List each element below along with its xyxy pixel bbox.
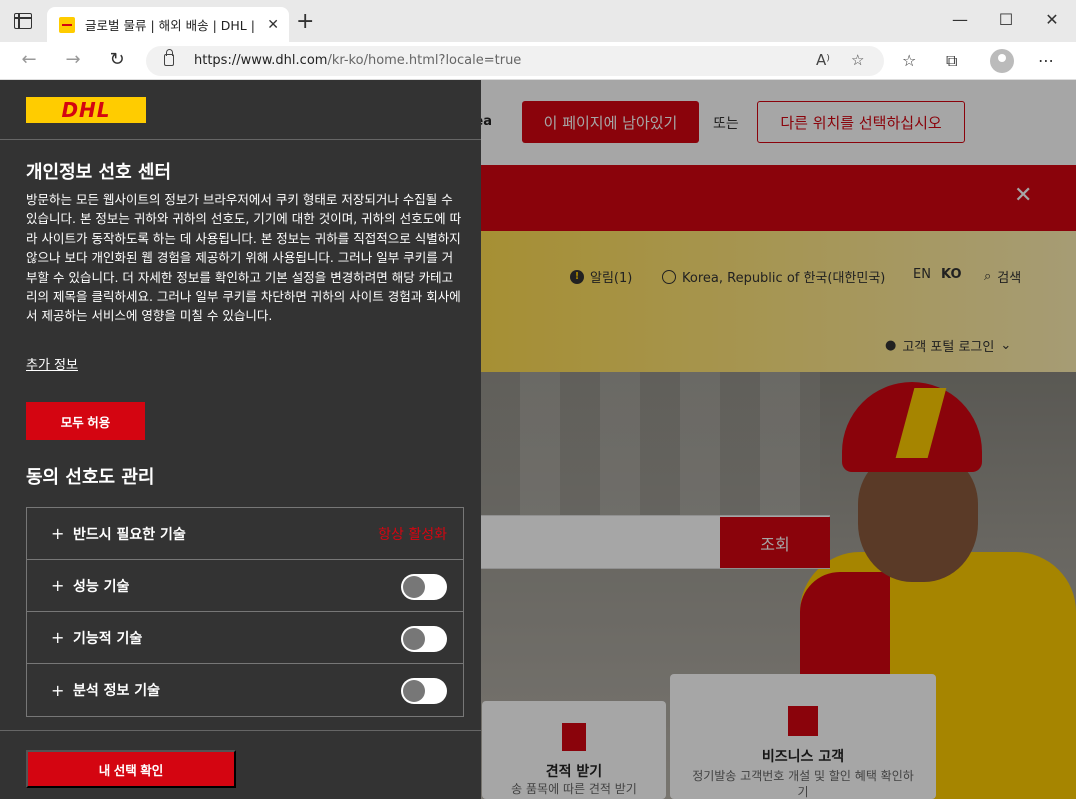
dhl-favicon-icon — [59, 16, 75, 33]
category-functional[interactable]: + 기능적 기술 — [27, 612, 463, 664]
category-performance[interactable]: + 성능 기술 — [27, 560, 463, 612]
more-info-link[interactable]: 추가 정보 — [26, 354, 78, 373]
customer-login-label: 고객 포털 로그인 — [902, 340, 995, 355]
category-analytics[interactable]: + 분석 정보 기술 — [27, 664, 463, 716]
privacy-title: 개인정보 선호 센터 — [26, 162, 172, 183]
analytics-toggle[interactable] — [401, 678, 447, 704]
window-close-icon[interactable]: ✕ — [1042, 10, 1062, 29]
quote-card-title: 견적 받기 — [545, 764, 603, 780]
quote-card[interactable]: 견적 받기 송 품목에 따른 견적 받기 — [482, 701, 666, 799]
always-active-text: 항상 활성화 — [378, 527, 447, 543]
privacy-description: 방문하는 모든 웹사이트의 정보가 브라우저에서 쿠키 형태로 저장되거나 수집… — [26, 192, 462, 324]
alert-icon: ! — [570, 269, 584, 284]
chevron-down-icon: ⌄ — [1000, 338, 1012, 353]
globe-icon — [662, 269, 676, 284]
category-label: 성능 기술 — [73, 578, 130, 595]
favorites-icon[interactable]: ☆ — [902, 51, 916, 70]
customer-login-link[interactable]: ● 고객 포털 로그인 ⌄ — [885, 336, 1011, 355]
refresh-icon[interactable]: ↻ — [105, 49, 129, 70]
tab-close-icon[interactable]: ✕ — [267, 17, 279, 33]
search-link[interactable]: ⌕ 검색 — [984, 267, 1021, 286]
lock-icon[interactable] — [164, 49, 174, 66]
confirm-choices-button[interactable]: 내 선택 확인 — [26, 750, 236, 788]
lang-ko-link[interactable]: KO — [941, 267, 962, 282]
new-tab-icon[interactable]: + — [296, 11, 314, 33]
search-icon: ⌕ — [984, 269, 992, 284]
allow-all-button[interactable]: 모두 허용 — [26, 402, 145, 440]
choose-location-button[interactable]: 다른 위치를 선택하십시오 — [757, 101, 965, 143]
or-text: 또는 — [713, 116, 739, 132]
consent-category-list: + 반드시 필요한 기술 항상 활성화 + 성능 기술 + 기능적 기술 + 분… — [26, 507, 464, 717]
forward-icon[interactable]: → — [61, 49, 85, 70]
expand-icon: + — [51, 524, 65, 543]
alerts-link[interactable]: ! 알림(1) — [570, 267, 632, 286]
user-icon: ● — [885, 338, 897, 353]
privacy-preference-panel: DHL 개인정보 선호 센터 방문하는 모든 웹사이트의 정보가 브라우저에서 … — [0, 80, 481, 799]
url-text: https://www.dhl.com/kr-ko/home.html?loca… — [194, 53, 522, 68]
tab-actions-icon[interactable] — [14, 13, 32, 29]
category-label: 기능적 기술 — [73, 630, 143, 647]
expand-icon: + — [51, 628, 65, 647]
hero-building — [480, 372, 820, 522]
quote-icon — [562, 723, 586, 751]
country-selector[interactable]: Korea, Republic of 한국(대한민국) — [662, 267, 885, 286]
add-favorite-icon[interactable]: ☆ — [851, 51, 864, 69]
category-label: 반드시 필요한 기술 — [73, 526, 186, 543]
address-bar[interactable]: https://www.dhl.com/kr-ko/home.html?loca… — [146, 46, 884, 76]
dhl-logo: DHL — [26, 97, 146, 123]
expand-icon: + — [51, 680, 65, 700]
search-label: 검색 — [997, 271, 1022, 286]
read-aloud-icon[interactable]: A⁾ — [816, 51, 830, 69]
track-button[interactable]: 조회 — [720, 517, 830, 568]
functional-toggle[interactable] — [401, 626, 447, 652]
category-strictly-necessary[interactable]: + 반드시 필요한 기술 항상 활성화 — [27, 508, 463, 560]
business-card[interactable]: 비즈니스 고객 정기발송 고객번호 개설 및 할인 혜택 확인하기 — [670, 674, 936, 799]
building-icon — [788, 706, 818, 736]
expand-icon: + — [51, 576, 65, 595]
more-menu-icon[interactable]: ⋯ — [1038, 51, 1054, 70]
business-card-title: 비즈니스 고객 — [761, 749, 845, 765]
collections-icon[interactable]: ⧉ — [946, 51, 957, 71]
category-label: 분석 정보 기술 — [73, 683, 161, 699]
performance-toggle[interactable] — [401, 574, 447, 600]
divider — [0, 730, 481, 731]
browser-tab[interactable]: 글로벌 물류 | 해외 배송 | DHL | K ✕ — [47, 7, 289, 42]
back-icon[interactable]: ← — [17, 49, 41, 70]
country-label: Korea, Republic of 한국(대한민국) — [682, 271, 886, 286]
alert-close-icon[interactable]: ✕ — [1014, 183, 1032, 208]
browser-tab-bar: 글로벌 물류 | 해외 배송 | DHL | K ✕ + — ☐ ✕ — [0, 0, 1076, 42]
divider — [0, 139, 481, 140]
manage-consent-title: 동의 선호도 관리 — [26, 467, 155, 488]
lang-en-link[interactable]: EN — [913, 267, 931, 282]
maximize-icon[interactable]: ☐ — [996, 10, 1016, 29]
stay-on-page-button[interactable]: 이 페이지에 남아있기 — [522, 101, 699, 143]
profile-avatar-icon[interactable] — [990, 49, 1014, 73]
browser-toolbar: ← → ↻ https://www.dhl.com/kr-ko/home.htm… — [0, 42, 1076, 80]
quote-card-sub: 송 품목에 따른 견적 받기 — [511, 782, 637, 796]
tab-title: 글로벌 물류 | 해외 배송 | DHL | K — [85, 18, 260, 33]
minimize-icon[interactable]: — — [950, 10, 970, 29]
business-card-sub: 정기발송 고객번호 개설 및 할인 혜택 확인하기 — [692, 769, 914, 799]
alerts-label: 알림(1) — [590, 271, 633, 286]
